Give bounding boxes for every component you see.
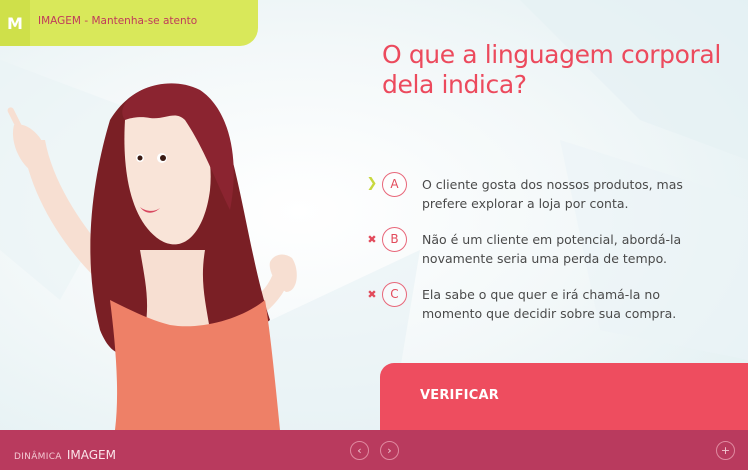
- option-c-line-2: momento que decidir sobre sua compra.: [422, 306, 677, 321]
- option-b[interactable]: ✖ B Não é um cliente em potencial, abord…: [366, 227, 736, 267]
- logo: M: [0, 0, 30, 46]
- previous-button[interactable]: ‹: [350, 441, 369, 460]
- expand-button[interactable]: +: [716, 441, 735, 460]
- verify-label: VERIFICAR: [420, 388, 499, 403]
- option-c-line-1: Ela sabe o que quer e irá chamá-la no: [422, 287, 660, 302]
- option-a-text: O cliente gosta dos nossos produtos, mas…: [422, 175, 742, 213]
- question-line-2: dela indica?: [382, 70, 527, 99]
- chevron-right-icon: ›: [387, 444, 392, 457]
- question-line-1: O que a linguagem corporal: [382, 40, 721, 69]
- bottom-bar: DINÂMICA IMAGEM ‹ › +: [0, 430, 748, 470]
- option-b-line-1: Não é um cliente em potencial, abordá-la: [422, 232, 682, 247]
- question-title: O que a linguagem corporal dela indica?: [382, 40, 722, 100]
- activity-title: IMAGEM - Mantenha-se atento: [38, 15, 198, 27]
- chevron-right-icon: ❯: [366, 176, 378, 191]
- top-header: M IMAGEM - Mantenha-se atento: [0, 0, 258, 46]
- next-button[interactable]: ›: [380, 441, 399, 460]
- brand-label: DINÂMICA IMAGEM: [14, 444, 116, 463]
- x-icon: ✖: [367, 288, 377, 301]
- woman-illustration: [7, 83, 297, 430]
- chevron-left-icon: ‹: [357, 444, 362, 457]
- option-c[interactable]: ✖ C Ela sabe o que quer e irá chamá-la n…: [366, 282, 736, 322]
- option-letter-b: B: [382, 227, 407, 252]
- option-c-text: Ela sabe o que quer e irá chamá-la no mo…: [422, 285, 742, 323]
- verify-button[interactable]: VERIFICAR: [380, 363, 748, 430]
- option-a-line-1: O cliente gosta dos nossos produtos, mas: [422, 177, 683, 192]
- option-letter-c: C: [382, 282, 407, 307]
- option-a-line-2: prefere explorar a loja por conta.: [422, 196, 629, 211]
- option-b-text: Não é um cliente em potencial, abordá-la…: [422, 230, 742, 268]
- option-a[interactable]: ❯ A O cliente gosta dos nossos produtos,…: [366, 172, 736, 212]
- brand-small: DINÂMICA: [14, 452, 62, 462]
- plus-icon: +: [720, 444, 731, 457]
- option-letter-a: A: [382, 172, 407, 197]
- brand-big: IMAGEM: [66, 448, 116, 462]
- option-b-line-2: novamente seria uma perda de tempo.: [422, 251, 667, 266]
- x-icon: ✖: [367, 233, 377, 246]
